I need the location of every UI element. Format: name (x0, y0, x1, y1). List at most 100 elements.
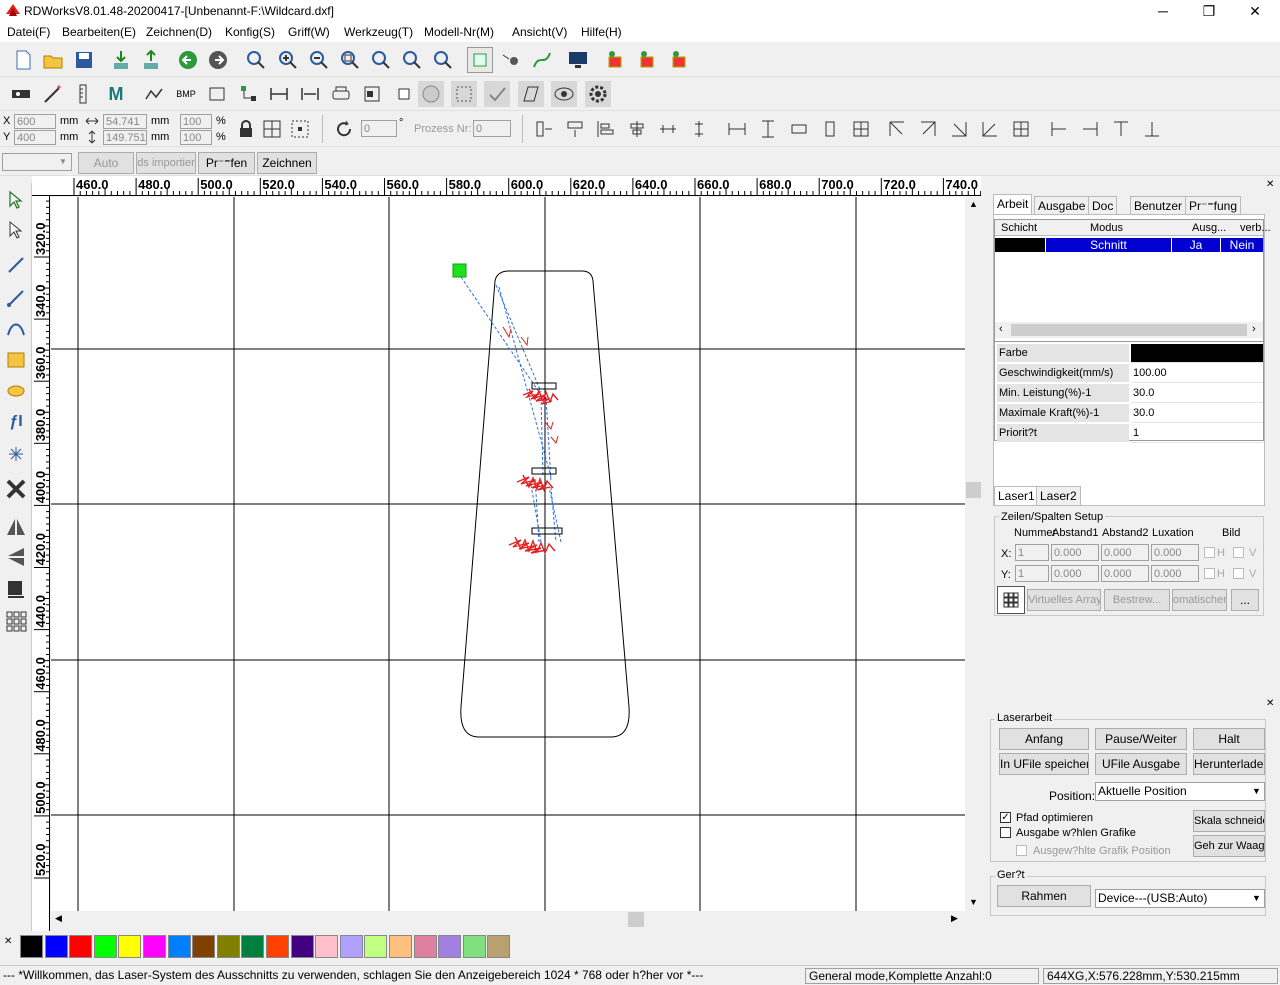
array-x-abstand1[interactable] (1051, 544, 1099, 561)
download-button[interactable]: Herunterladen (1193, 753, 1265, 775)
device-dropdown-icon[interactable]: ▼ (1252, 893, 1261, 903)
tab-arbeit[interactable]: Arbeit (993, 194, 1033, 214)
engrave-cluster-1[interactable] (522, 382, 559, 405)
laser-head-icon-1[interactable] (602, 47, 628, 73)
y-position-input[interactable] (14, 130, 56, 145)
menu-datei[interactable]: Datei(F) (7, 25, 50, 39)
magic-wand-icon[interactable] (40, 81, 66, 107)
palette-close-icon[interactable]: ✕ (4, 936, 12, 947)
polyline-tool-icon[interactable] (3, 284, 29, 312)
position-select[interactable]: Aktuelle Position (1095, 782, 1265, 801)
palette-swatch[interactable] (118, 935, 142, 958)
preview-icon[interactable] (551, 81, 577, 107)
palette-swatch[interactable] (413, 935, 437, 958)
array-y-v-checkbox[interactable] (1233, 568, 1244, 579)
align-left-group-icon[interactable] (593, 116, 619, 142)
ufile-output-button[interactable]: UFile Ausgabe (1095, 753, 1187, 775)
scale-cut-button[interactable]: Skala schneider (1193, 810, 1265, 832)
menu-bearbeiten[interactable]: Bearbeiten(E) (62, 25, 136, 39)
engrave-cluster-3[interactable] (508, 527, 563, 555)
m-tool-icon[interactable]: M (103, 81, 129, 107)
tab-benutzer[interactable]: Benutzer (1130, 196, 1187, 214)
palette-swatch[interactable] (93, 935, 117, 958)
line-tool-icon[interactable] (3, 251, 29, 279)
device-select[interactable]: Device---(USB:Auto) (1095, 889, 1265, 908)
palette-swatch[interactable] (438, 935, 462, 958)
layer-output-cell[interactable]: Ja (1172, 238, 1220, 252)
zoom-out-icon[interactable] (306, 47, 332, 73)
export-icon[interactable] (138, 47, 164, 73)
width-percent-input[interactable] (180, 114, 212, 129)
rotate-icon[interactable] (331, 116, 357, 142)
align-bottom-right-icon[interactable] (946, 116, 972, 142)
grid-position-icon[interactable] (259, 116, 285, 142)
redo-icon[interactable] (205, 47, 231, 73)
zoom-in-icon[interactable] (275, 47, 301, 73)
close-button[interactable]: ✕ (1232, 0, 1278, 22)
layer-mode-cell[interactable]: Schnitt (1046, 238, 1171, 252)
property-value[interactable] (1131, 344, 1263, 363)
automatic-button[interactable]: omatischer (1172, 589, 1227, 611)
same-size-h-icon[interactable] (786, 116, 812, 142)
laser-head-icon-2[interactable] (634, 47, 660, 73)
zoom-all-icon[interactable] (399, 47, 425, 73)
table-scroll-right-icon[interactable]: › (1252, 323, 1256, 335)
layer-row[interactable]: Schnitt Ja Nein (995, 238, 1263, 252)
horizontal-scrollbar[interactable]: ◀ ▶ (51, 911, 965, 928)
laserarbeit-close-icon[interactable]: ✕ (1266, 698, 1274, 709)
layer-table-hscroll[interactable]: ‹ › (995, 322, 1263, 338)
ruler-tool-icon[interactable] (70, 81, 96, 107)
check-icon[interactable] (484, 81, 510, 107)
drawing-canvas[interactable] (51, 197, 965, 911)
same-size-icon[interactable] (848, 116, 874, 142)
menu-hilfe[interactable]: Hilfe(H) (581, 25, 622, 39)
tab-laser2[interactable]: Laser2 (1036, 486, 1081, 505)
select-arrow-icon[interactable] (3, 186, 29, 214)
property-value[interactable]: 30.0 (1131, 384, 1263, 403)
zoom-move-icon[interactable] (243, 47, 269, 73)
palette-swatch[interactable] (290, 935, 314, 958)
palette-swatch[interactable] (462, 935, 486, 958)
scroll-left-icon[interactable]: ◀ (55, 913, 62, 924)
same-width-icon[interactable] (724, 116, 750, 142)
height-input[interactable] (103, 130, 147, 145)
table-scroll-left-icon[interactable]: ‹ (999, 323, 1003, 335)
stop-button[interactable]: Halt (1193, 728, 1265, 750)
frame-select-icon[interactable] (451, 81, 477, 107)
horizontal-scroll-thumb[interactable] (628, 912, 644, 927)
palette-swatch[interactable] (167, 935, 191, 958)
auto-button[interactable]: Auto (78, 152, 134, 174)
node-select-icon[interactable] (3, 216, 29, 244)
scroll-right-icon[interactable]: ▶ (951, 913, 958, 924)
array-y-luxation[interactable] (1151, 565, 1199, 582)
save-ufile-button[interactable]: In UFile speichern (999, 753, 1089, 775)
table-scroll-thumb[interactable] (1011, 324, 1247, 336)
goto-scale-button[interactable]: Geh zur Waage (1193, 835, 1265, 857)
menu-griff[interactable]: Griff(W) (288, 25, 330, 39)
settings-gear-icon[interactable] (585, 81, 611, 107)
same-height-icon[interactable] (755, 116, 781, 142)
bitmap-icon[interactable]: BMP (173, 81, 199, 107)
layer-tool-icon[interactable] (359, 81, 385, 107)
maximize-button[interactable]: ❐ (1186, 0, 1232, 22)
menu-modell[interactable]: Modell-Nr(M) (424, 25, 494, 39)
array-y-count[interactable] (1015, 565, 1049, 582)
array-tool-icon[interactable] (3, 607, 29, 635)
origin-marker[interactable] (452, 263, 467, 278)
layer-hide-cell[interactable]: Nein (1221, 238, 1263, 252)
import-button[interactable]: ds importier (136, 152, 196, 174)
laser-head-icon-3[interactable] (666, 47, 692, 73)
palette-swatch[interactable] (44, 935, 68, 958)
height-percent-input[interactable] (180, 130, 212, 145)
prozess-input[interactable] (473, 120, 511, 137)
palette-swatch[interactable] (20, 935, 43, 958)
align-right-icon[interactable] (1077, 116, 1103, 142)
zoom-select-icon[interactable] (368, 47, 394, 73)
menu-ansicht[interactable]: Ansicht(V) (512, 25, 567, 39)
monitor-icon[interactable] (565, 47, 591, 73)
frame-button[interactable]: Rahmen (997, 885, 1091, 907)
width-align-2-icon[interactable] (297, 81, 323, 107)
zoom-view-icon[interactable] (430, 47, 456, 73)
selected-position-checkbox[interactable] (1016, 845, 1027, 856)
tab-laser1[interactable]: Laser1 (994, 486, 1039, 505)
